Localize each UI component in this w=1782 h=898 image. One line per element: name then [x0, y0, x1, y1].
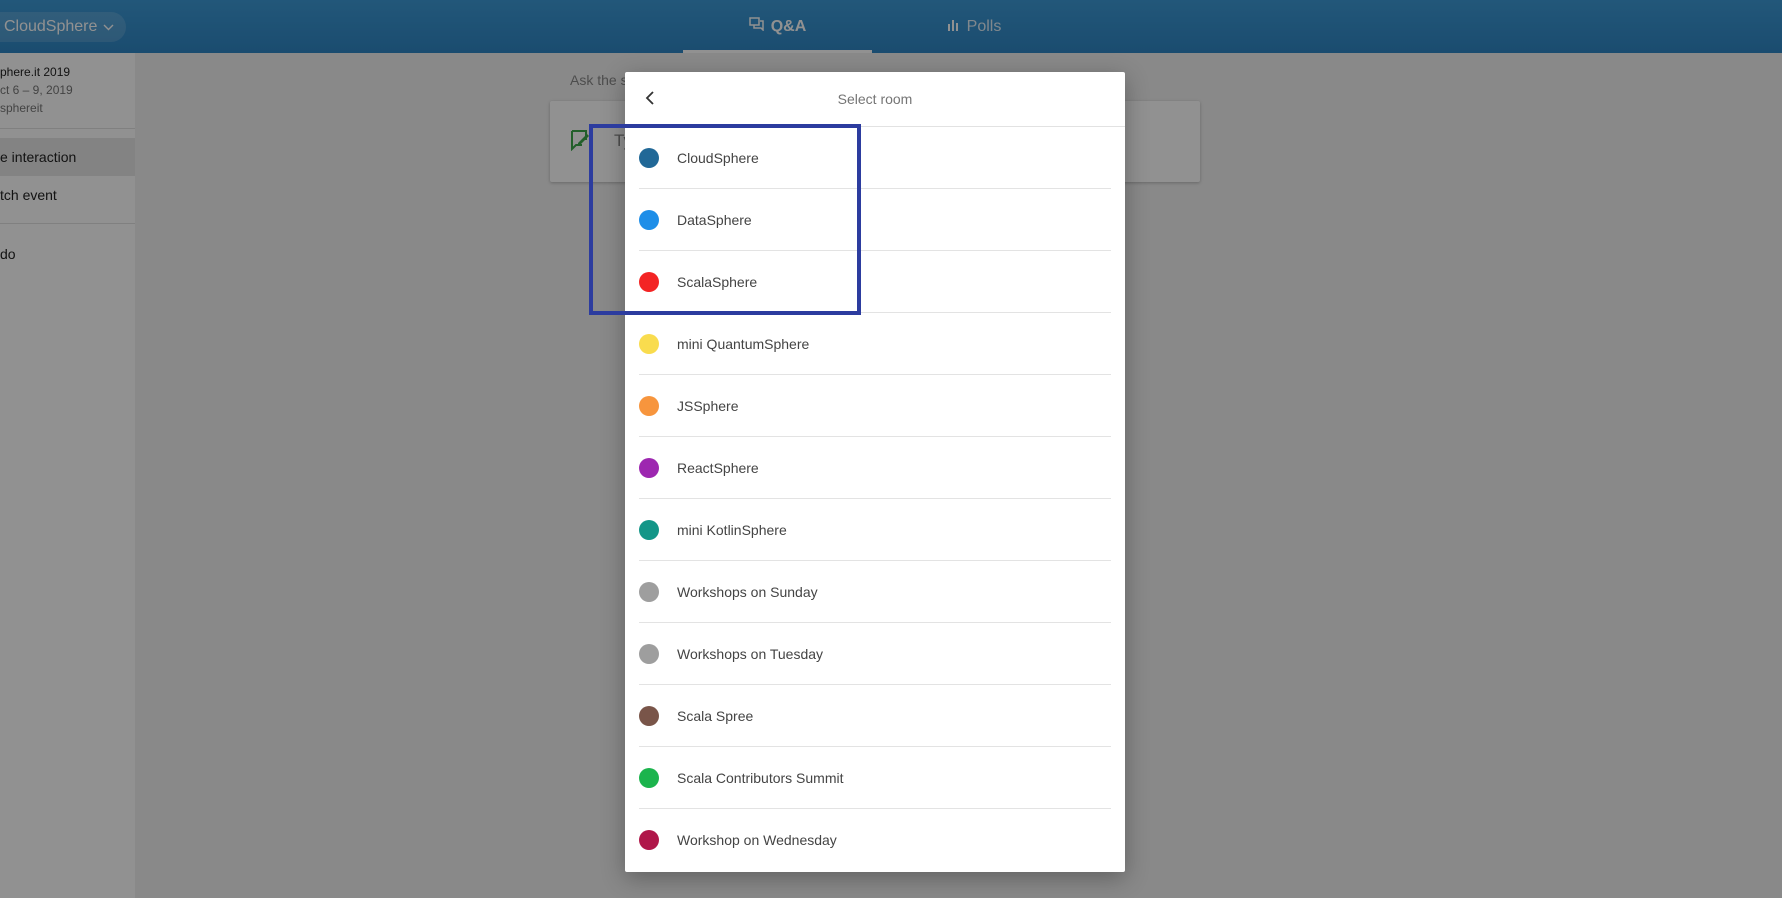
room-color-dot	[639, 767, 659, 788]
room-list: CloudSphere DataSphere ScalaSphere mini Qua…	[639, 127, 1111, 871]
room-name: DataSphere	[677, 211, 752, 228]
room-color-dot	[639, 830, 659, 850]
room-color-dot	[639, 209, 659, 230]
room-item[interactable]: ReactSphere	[639, 437, 1111, 499]
room-item[interactable]: Scala Contributors Summit	[639, 747, 1111, 809]
room-item[interactable]: Workshop on Wednesday	[639, 809, 1111, 871]
room-color-dot	[639, 581, 659, 602]
room-name: Workshops on Tuesday	[677, 645, 824, 662]
room-item[interactable]: ScalaSphere	[639, 251, 1111, 313]
room-name: Workshop on Wednesday	[677, 832, 837, 848]
chevron-left-icon	[645, 90, 655, 110]
room-item[interactable]: JSSphere	[639, 375, 1111, 437]
back-button[interactable]	[635, 85, 665, 115]
room-color-dot	[639, 271, 659, 292]
room-name: ScalaSphere	[677, 273, 758, 290]
room-item[interactable]: mini QuantumSphere	[639, 313, 1111, 375]
select-room-dialog: Select room CloudSphere DataSphere ScalaSp…	[625, 72, 1125, 872]
room-item[interactable]: mini KotlinSphere	[639, 499, 1111, 561]
room-color-dot	[639, 457, 659, 478]
room-item[interactable]: CloudSphere	[639, 127, 1111, 189]
room-name: mini QuantumSphere	[677, 335, 810, 352]
room-color-dot	[639, 395, 659, 416]
room-item[interactable]: Workshops on Tuesday	[639, 623, 1111, 685]
room-color-dot	[639, 333, 659, 354]
room-name: mini KotlinSphere	[677, 521, 787, 538]
room-name: CloudSphere	[677, 149, 759, 166]
room-item[interactable]: Workshops on Sunday	[639, 561, 1111, 623]
room-name: Scala Contributors Summit	[677, 769, 844, 786]
room-name: Workshops on Sunday	[677, 583, 818, 600]
room-item[interactable]: Scala Spree	[639, 685, 1111, 747]
room-name: ReactSphere	[677, 459, 759, 476]
dialog-header: Select room	[625, 72, 1125, 127]
dialog-title: Select room	[837, 91, 913, 107]
room-color-dot	[639, 705, 659, 726]
room-name: Scala Spree	[677, 707, 754, 724]
room-name: JSSphere	[677, 397, 739, 414]
room-color-dot	[639, 147, 659, 168]
room-item[interactable]: DataSphere	[639, 189, 1111, 251]
room-color-dot	[639, 519, 659, 540]
room-color-dot	[639, 643, 659, 664]
